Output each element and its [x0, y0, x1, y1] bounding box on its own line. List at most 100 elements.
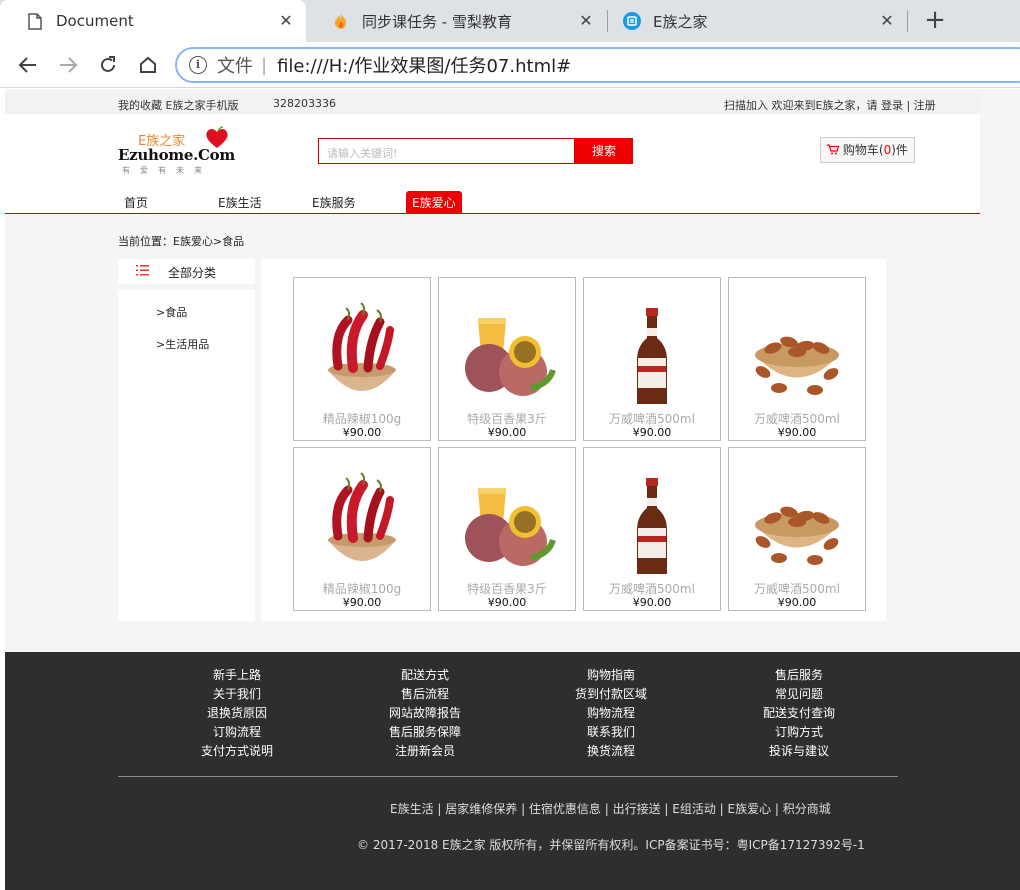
product-price: ¥90.00: [342, 426, 382, 439]
footer-link[interactable]: 注册新会员: [355, 742, 495, 761]
close-icon[interactable]: ✕: [276, 11, 296, 31]
heart-icon: [206, 126, 228, 148]
footer-link[interactable]: 售后服务: [729, 666, 869, 685]
site-footer: 新手上路 关于我们 退换货原因 订购流程 支付方式说明 配送方式 售后流程 网站…: [5, 652, 1020, 890]
product-card[interactable]: 万威啤酒500ml ¥90.00: [583, 447, 721, 611]
footer-link[interactable]: 货到付款区域: [541, 685, 681, 704]
site-header: E族之家 Ezuhome.Com 有爱有未来 请输入关键词! 搜索 购物车(0)…: [5, 114, 980, 214]
footer-link[interactable]: 购物流程: [541, 704, 681, 723]
register-link[interactable]: 注册: [914, 99, 936, 112]
footer-link[interactable]: 换货流程: [541, 742, 681, 761]
page-body: 我的收藏 E族之家手机版 328203336 扫描加入 欢迎来到E族之家，请 登…: [5, 89, 1020, 890]
info-icon[interactable]: i: [189, 56, 207, 74]
close-icon[interactable]: ✕: [877, 11, 897, 31]
footer-link[interactable]: 投诉与建议: [729, 742, 869, 761]
footer-link[interactable]: 配送方式: [355, 666, 495, 685]
nav-life[interactable]: E族生活: [218, 194, 262, 211]
top-info-bar: 我的收藏 E族之家手机版 328203336 扫描加入 欢迎来到E族之家，请 登…: [5, 94, 980, 114]
url-text[interactable]: file:///H:/作业效果图/任务07.html#: [277, 52, 571, 78]
nav-service[interactable]: E族服务: [312, 194, 356, 211]
product-name[interactable]: 万威啤酒500ml: [584, 580, 720, 597]
product-card[interactable]: 万威啤酒500ml ¥90.00: [728, 277, 866, 441]
footer-link[interactable]: 订购流程: [167, 723, 307, 742]
logo-slogan: 有爱有未来: [122, 166, 212, 175]
reload-icon[interactable]: [95, 52, 121, 78]
new-tab-icon[interactable]: +: [922, 7, 948, 34]
home-icon[interactable]: [135, 52, 161, 78]
search-button[interactable]: 搜索: [575, 138, 633, 164]
category-daily-goods[interactable]: >生活用品: [156, 336, 209, 352]
product-name[interactable]: 万威啤酒500ml: [729, 410, 865, 427]
favorites-mobile-link[interactable]: 我的收藏 E族之家手机版: [118, 97, 238, 113]
tab-course-task[interactable]: 同步课任务 - 雪梨教育 ✕: [306, 0, 606, 42]
footer-link[interactable]: 配送支付查询: [729, 704, 869, 723]
close-icon[interactable]: ✕: [576, 11, 596, 31]
login-link[interactable]: 登录: [881, 99, 903, 112]
passion-fruit-image: [465, 488, 556, 566]
footer-link[interactable]: 新手上路: [167, 666, 307, 685]
product-name[interactable]: 特级百香果3斤: [439, 410, 575, 427]
footer-link[interactable]: 联系我们: [541, 723, 681, 742]
footer-link[interactable]: 关于我们: [167, 685, 307, 704]
address-bar[interactable]: i 文件 | file:///H:/作业效果图/任务07.html#: [175, 47, 1020, 83]
footer-link[interactable]: 退换货原因: [167, 704, 307, 723]
nuts-bowl-image: [755, 336, 839, 395]
copyright: © 2017-2018 E族之家 版权所有，并保留所有权利。ICP备案证书号：粤…: [357, 838, 865, 852]
site-logo[interactable]: E族之家 Ezuhome.Com 有爱有未来: [118, 126, 238, 176]
tab-title: E族之家: [653, 12, 708, 31]
welcome-text: 扫描加入 欢迎来到E族之家，请: [724, 99, 878, 112]
category-header: 全部分类: [118, 259, 255, 284]
product-card[interactable]: 特级百香果3斤 ¥90.00: [438, 277, 576, 441]
product-card[interactable]: 精品辣椒100g ¥90.00: [293, 447, 431, 611]
product-name[interactable]: 万威啤酒500ml: [729, 580, 865, 597]
forward-icon[interactable]: [55, 52, 81, 78]
back-icon[interactable]: [15, 52, 41, 78]
product-price: ¥90.00: [777, 596, 817, 609]
category-list: >食品 >生活用品: [118, 290, 255, 621]
beer-bottle-image: [637, 478, 667, 574]
cart-icon: [827, 143, 843, 157]
footer-link[interactable]: 购物指南: [541, 666, 681, 685]
product-price: ¥90.00: [632, 426, 672, 439]
nuts-bowl-image: [755, 506, 839, 565]
site-icon: [623, 12, 641, 30]
breadcrumb: 当前位置：E族爱心>食品: [118, 235, 245, 248]
document-icon: [26, 12, 44, 30]
footer-site-links[interactable]: E族生活 | 居家维修保养 | 住宿优惠信息 | 出行接送 | E组活动 | E…: [390, 800, 831, 817]
product-card[interactable]: 特级百香果3斤 ¥90.00: [438, 447, 576, 611]
search-input[interactable]: 请输入关键词!: [318, 138, 575, 164]
beer-bottle-image: [637, 308, 667, 404]
tab-title: 同步课任务 - 雪梨教育: [362, 12, 512, 31]
tab-title: Document: [56, 12, 134, 30]
footer-link[interactable]: 常见问题: [729, 685, 869, 704]
cart-button[interactable]: 购物车(0)件: [820, 137, 915, 163]
product-price: ¥90.00: [632, 596, 672, 609]
chili-bowl-image: [328, 472, 396, 561]
scheme-label: 文件: [217, 56, 253, 77]
chili-bowl-image: [328, 302, 396, 391]
category-food[interactable]: >食品: [156, 304, 187, 320]
cart-label: 购物车(: [842, 143, 884, 157]
tab-document[interactable]: Document ✕: [0, 0, 306, 42]
product-card[interactable]: 万威啤酒500ml ¥90.00: [728, 447, 866, 611]
footer-link[interactable]: 售后服务保障: [355, 723, 495, 742]
footer-link[interactable]: 支付方式说明: [167, 742, 307, 761]
footer-link[interactable]: 订购方式: [729, 723, 869, 742]
footer-column: 售后服务 常见问题 配送支付查询 订购方式 投诉与建议: [729, 666, 869, 761]
tab-ezu-home[interactable]: E族之家 ✕: [607, 0, 907, 42]
welcome-area: 扫描加入 欢迎来到E族之家，请 登录 | 注册: [724, 97, 936, 113]
product-name[interactable]: 精品辣椒100g: [294, 580, 430, 597]
product-name[interactable]: 特级百香果3斤: [439, 580, 575, 597]
footer-divider: [118, 776, 898, 777]
browser-tab-strip: Document ✕ 同步课任务 - 雪梨教育 ✕ E族之家 ✕ +: [0, 0, 1020, 42]
product-name[interactable]: 精品辣椒100g: [294, 410, 430, 427]
product-card[interactable]: 精品辣椒100g ¥90.00: [293, 277, 431, 441]
nav-home[interactable]: 首页: [124, 194, 148, 211]
product-card[interactable]: 万威啤酒500ml ¥90.00: [583, 277, 721, 441]
footer-link[interactable]: 网站故障报告: [355, 704, 495, 723]
footer-link[interactable]: 售后流程: [355, 685, 495, 704]
nav-charity[interactable]: E族爱心: [406, 191, 462, 214]
product-name[interactable]: 万威啤酒500ml: [584, 410, 720, 427]
product-price: ¥90.00: [487, 426, 527, 439]
product-price: ¥90.00: [487, 596, 527, 609]
